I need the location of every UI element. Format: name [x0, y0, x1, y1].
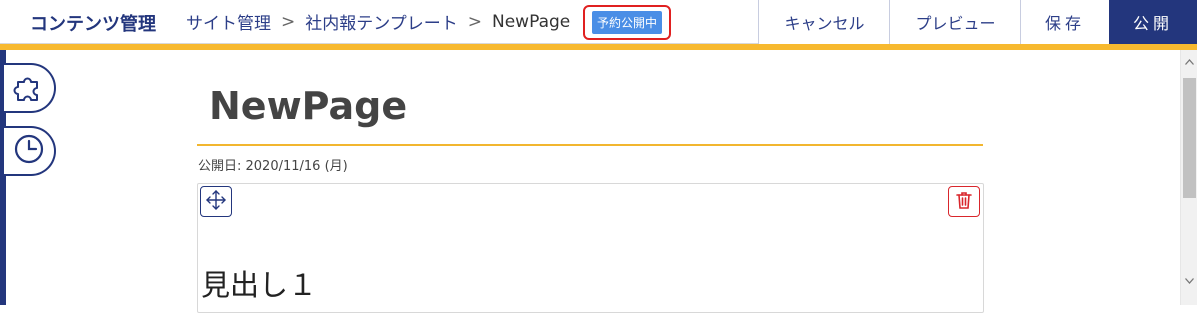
move-arrows-icon — [205, 189, 227, 215]
top-header: コンテンツ管理 サイト管理 > 社内報テンプレート > NewPage 予約公開… — [0, 0, 1197, 44]
publish-date: 公開日: 2020/11/16 (月) — [198, 159, 348, 174]
history-panel-tab[interactable] — [4, 126, 56, 176]
breadcrumb-template[interactable]: 社内報テンプレート — [305, 9, 458, 34]
trash-icon — [954, 190, 974, 214]
breadcrumb: サイト管理 > 社内報テンプレート > NewPage — [186, 9, 571, 35]
breadcrumb-separator: > — [467, 11, 482, 32]
move-block-button[interactable] — [200, 186, 232, 217]
preview-button[interactable]: プレビュー — [889, 0, 1021, 44]
scroll-up-arrow-icon[interactable] — [1181, 56, 1197, 68]
title-underline — [197, 144, 983, 146]
publish-button[interactable]: 公開 — [1109, 0, 1197, 44]
scrollbar-thumb[interactable] — [1183, 78, 1196, 198]
app-brand[interactable]: コンテンツ管理 — [30, 10, 156, 36]
plugin-panel-tab[interactable] — [4, 63, 56, 113]
vertical-scrollbar[interactable] — [1180, 50, 1197, 305]
delete-block-button[interactable] — [948, 186, 980, 217]
status-badge: 予約公開中 — [591, 11, 662, 34]
breadcrumb-separator: > — [281, 11, 296, 32]
puzzle-icon — [12, 69, 46, 107]
cancel-button[interactable]: キャンセル — [758, 0, 890, 44]
page-title[interactable]: NewPage — [209, 84, 407, 128]
clock-icon — [12, 132, 46, 170]
breadcrumb-site-admin[interactable]: サイト管理 — [186, 9, 271, 34]
header-accent-bar — [0, 44, 1197, 50]
scroll-down-arrow-icon[interactable] — [1181, 275, 1197, 287]
save-button[interactable]: 保存 — [1020, 0, 1109, 44]
block-heading[interactable]: 見出し１ — [201, 262, 317, 304]
status-badge-highlight: 予約公開中 — [583, 5, 671, 40]
breadcrumb-current-page: NewPage — [492, 11, 571, 32]
